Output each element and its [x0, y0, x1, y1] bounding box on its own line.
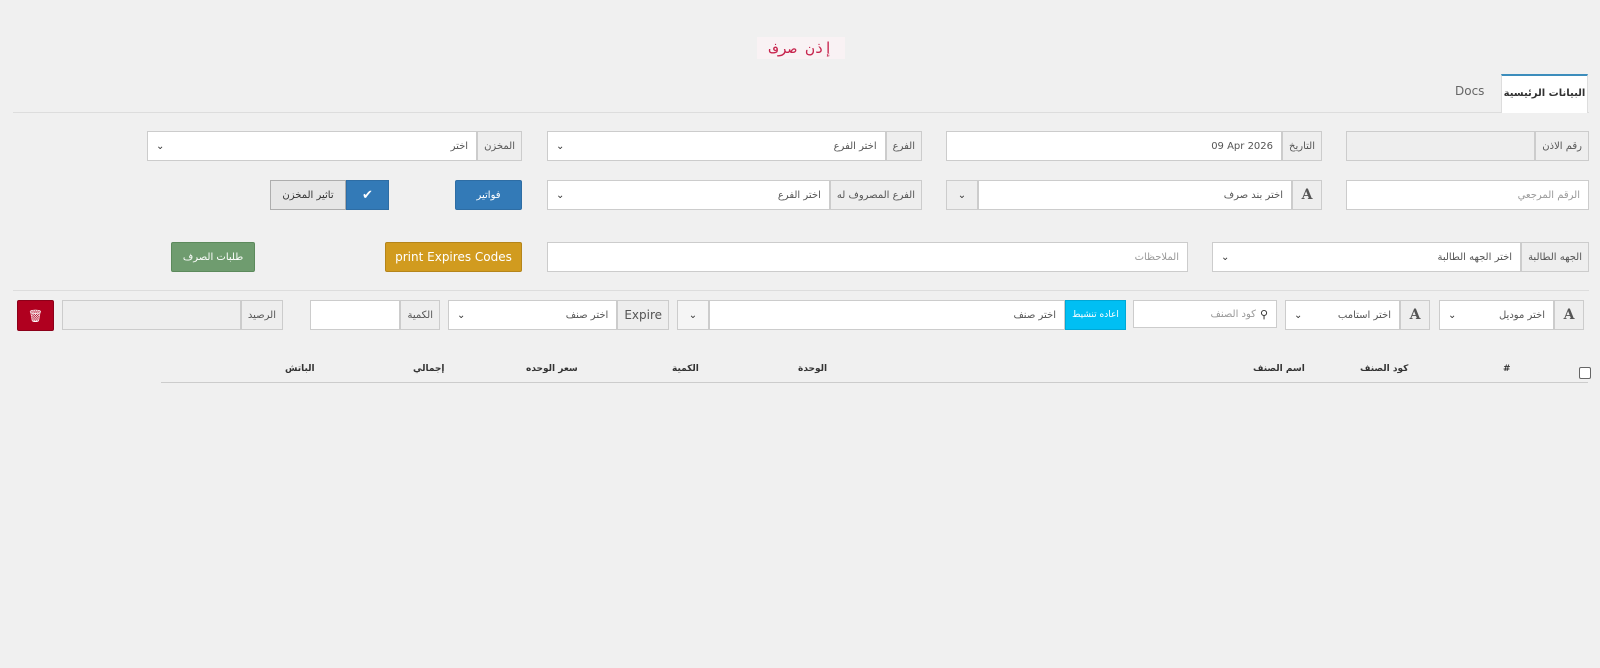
stamp-group: ⌄ اختر استامب A — [1285, 300, 1430, 330]
target-branch-label: الفرع المصروف له — [829, 180, 922, 210]
expire-select[interactable]: ⌄ اختر صنف — [448, 300, 618, 330]
font-icon[interactable]: A — [1554, 300, 1584, 330]
date-group: 09 Apr 2026 التاريخ — [946, 131, 1322, 161]
branch-select[interactable]: ⌄ اختر الفرع — [547, 131, 886, 161]
expense-item-dropdown-toggle[interactable]: ⌄ — [946, 180, 978, 210]
reference-number-placeholder: الرقم المرجعي — [1517, 189, 1580, 201]
dispense-requests-button[interactable]: طلبات الصرف — [171, 242, 255, 272]
branch-select-value: اختر الفرع — [833, 140, 877, 152]
store-select-value: اختر — [450, 140, 469, 152]
font-icon[interactable]: A — [1292, 180, 1322, 210]
store-effect-toggle[interactable]: ✔ — [346, 180, 389, 210]
target-branch-group: ⌄ اختر الفرع الفرع المصروف له — [547, 180, 922, 210]
chevron-down-icon: ⌄ — [1294, 309, 1303, 321]
expense-item-group: ⌄ اختر بند صرف A — [946, 180, 1322, 210]
store-effect-group: تاثير المخزن ✔ — [270, 180, 389, 210]
quantity-group: الكمية — [310, 300, 440, 330]
model-group: ⌄ اختر موديل A — [1439, 300, 1584, 330]
quantity-input[interactable] — [310, 300, 401, 330]
requesting-party-select-value: اختر الجهه الطالبة — [1437, 251, 1513, 263]
expire-select-value: اختر صنف — [565, 309, 609, 321]
column-item-code[interactable]: كود الصنف — [1360, 364, 1408, 374]
requesting-party-group: ⌄ اختر الجهه الطالبة الجهه الطالبة — [1212, 242, 1589, 272]
model-select-value: اختر موديل — [1498, 309, 1545, 321]
target-branch-select[interactable]: ⌄ اختر الفرع — [547, 180, 830, 210]
item-code-group: كود الصنف ⚲ — [1133, 300, 1277, 328]
item-code-input[interactable]: كود الصنف ⚲ — [1133, 300, 1277, 328]
date-input[interactable]: 09 Apr 2026 — [946, 131, 1283, 161]
column-batch[interactable]: الباتش — [285, 364, 315, 374]
permit-number-group: رقم الاذن — [1346, 131, 1589, 161]
font-icon[interactable]: A — [1400, 300, 1430, 330]
search-icon: ⚲ — [1259, 307, 1268, 321]
chevron-down-icon: ⌄ — [1448, 309, 1457, 321]
page-title: إذن صرف — [757, 37, 845, 59]
requesting-party-select[interactable]: ⌄ اختر الجهه الطالبة — [1212, 242, 1522, 272]
expire-label: Expire — [617, 300, 669, 330]
notes-group: الملاحظات — [547, 242, 1188, 272]
chevron-down-icon: ⌄ — [556, 189, 565, 201]
expense-item-select[interactable]: اختر بند صرف — [978, 180, 1292, 210]
items-table-header: # كود الصنف اسم الصنف الوحدة الكمية سعر … — [0, 356, 1600, 383]
section-divider — [13, 290, 1589, 291]
expire-group: ⌄ اختر صنف Expire — [448, 300, 669, 330]
chevron-down-icon: ⌄ — [957, 189, 967, 201]
check-icon: ✔ — [362, 187, 373, 203]
quantity-label: الكمية — [400, 300, 440, 330]
permit-number-label: رقم الاذن — [1535, 131, 1589, 161]
chevron-down-icon: ⌄ — [1221, 251, 1230, 263]
tab-docs[interactable]: Docs — [1455, 84, 1484, 98]
balance-input — [62, 300, 241, 330]
store-select[interactable]: ⌄ اختر — [147, 131, 478, 161]
item-code-placeholder: كود الصنف — [1210, 308, 1256, 320]
store-effect-label: تاثير المخزن — [270, 180, 346, 210]
column-unit-price[interactable]: سعر الوحده — [526, 364, 578, 374]
invoices-button[interactable]: فواتير — [455, 180, 522, 210]
stamp-select[interactable]: ⌄ اختر استامب — [1285, 300, 1400, 330]
print-expires-button[interactable]: print Expires Codes — [385, 242, 522, 272]
chevron-down-icon: ⌄ — [457, 309, 466, 321]
target-branch-select-value: اختر الفرع — [777, 189, 821, 201]
reference-number-group: الرقم المرجعي — [1346, 180, 1589, 210]
requesting-party-label: الجهه الطالبة — [1521, 242, 1589, 272]
chevron-down-icon: ⌄ — [156, 140, 165, 152]
item-select[interactable]: اختر صنف — [709, 300, 1065, 330]
reference-number-input[interactable]: الرقم المرجعي — [1346, 180, 1589, 210]
column-index: # — [1503, 364, 1511, 374]
notes-input[interactable]: الملاحظات — [547, 242, 1188, 272]
permit-number-input[interactable] — [1346, 131, 1536, 161]
delete-button[interactable]: 🗑 — [17, 300, 54, 331]
chevron-down-icon: ⌄ — [688, 309, 698, 321]
branch-group: ⌄ اختر الفرع الفرع — [547, 131, 922, 161]
column-total[interactable]: إجمالي — [413, 364, 444, 374]
column-item-name[interactable]: اسم الصنف — [1253, 364, 1305, 374]
stamp-select-value: اختر استامب — [1337, 309, 1391, 321]
notes-placeholder: الملاحظات — [1134, 251, 1179, 263]
store-group: ⌄ اختر المخزن — [147, 131, 522, 161]
model-select[interactable]: ⌄ اختر موديل — [1439, 300, 1554, 330]
table-header-divider — [161, 382, 1588, 383]
column-unit[interactable]: الوحدة — [798, 364, 827, 374]
date-label: التاريخ — [1282, 131, 1322, 161]
tab-main-data[interactable]: البيانات الرئيسية — [1501, 74, 1588, 113]
balance-group: الرصيد — [62, 300, 283, 330]
balance-label: الرصيد — [240, 300, 283, 330]
item-dropdown-toggle[interactable]: ⌄ — [677, 300, 709, 330]
branch-label: الفرع — [885, 131, 922, 161]
select-all-checkbox[interactable] — [1579, 367, 1591, 379]
trash-icon: 🗑 — [27, 308, 44, 323]
tabs-divider — [13, 112, 1589, 113]
column-quantity[interactable]: الكمية — [672, 364, 699, 374]
item-group: ⌄ اختر صنف اعاده تنشيط — [677, 300, 1126, 330]
store-label: المخزن — [477, 131, 522, 161]
reactivate-button[interactable]: اعاده تنشيط — [1065, 300, 1126, 330]
chevron-down-icon: ⌄ — [556, 140, 565, 152]
